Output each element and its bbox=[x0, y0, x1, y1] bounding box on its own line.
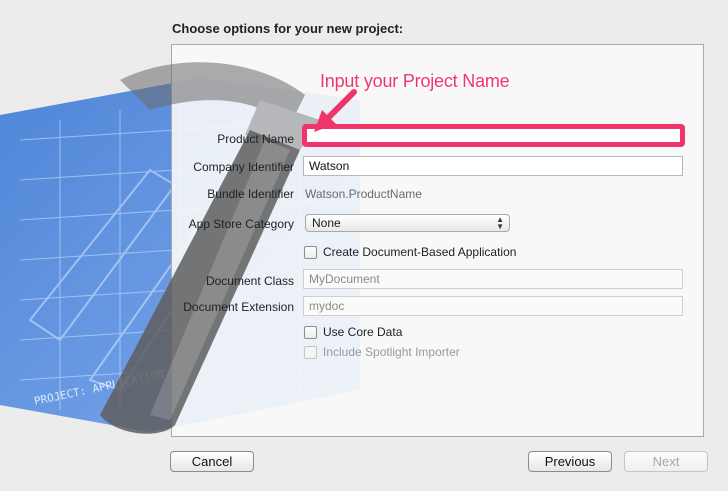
document-based-checkbox[interactable]: Create Document-Based Application bbox=[304, 245, 516, 259]
app-store-category-label: App Store Category bbox=[188, 217, 294, 231]
app-store-category-value: None bbox=[312, 216, 341, 230]
product-name-label: Product Name bbox=[217, 132, 294, 146]
document-extension-field[interactable]: mydoc bbox=[303, 296, 683, 316]
document-extension-label: Document Extension bbox=[183, 300, 294, 314]
dialog-title: Choose options for your new project: bbox=[172, 21, 404, 36]
document-class-label: Document Class bbox=[205, 274, 294, 288]
chevron-up-down-icon: ▲ ▼ bbox=[496, 215, 504, 231]
options-panel bbox=[171, 44, 704, 437]
annotation-arrow-icon bbox=[314, 89, 357, 132]
document-class-field[interactable]: MyDocument bbox=[303, 269, 683, 289]
core-data-checkbox[interactable]: Use Core Data bbox=[304, 325, 402, 339]
cancel-button[interactable]: Cancel bbox=[170, 451, 254, 472]
checkbox-box bbox=[304, 245, 317, 259]
core-data-label: Use Core Data bbox=[323, 325, 403, 339]
document-based-label: Create Document-Based Application bbox=[323, 245, 517, 259]
spotlight-label: Include Spotlight Importer bbox=[323, 345, 460, 359]
checkbox-box bbox=[304, 345, 317, 359]
company-identifier-field[interactable]: Watson bbox=[303, 156, 683, 176]
bundle-identifier-value: Watson.ProductName bbox=[305, 187, 422, 201]
spotlight-checkbox[interactable]: Include Spotlight Importer bbox=[304, 345, 460, 359]
checkbox-box bbox=[304, 325, 317, 339]
bundle-identifier-label: Bundle Identifier bbox=[207, 187, 294, 201]
next-button[interactable]: Next bbox=[624, 451, 708, 472]
app-store-category-select[interactable]: None ▲ ▼ bbox=[305, 214, 510, 232]
previous-button[interactable]: Previous bbox=[528, 451, 612, 472]
company-identifier-label: Company Identifier bbox=[193, 160, 294, 174]
